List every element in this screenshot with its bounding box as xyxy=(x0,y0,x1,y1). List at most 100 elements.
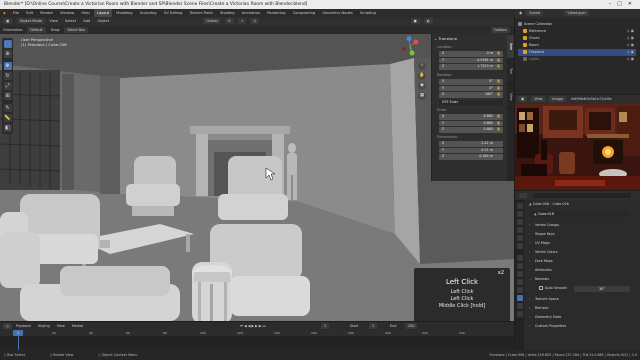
editor-type-icon[interactable] xyxy=(519,193,527,198)
window-controls[interactable]: –□✕ xyxy=(609,0,638,9)
drag-dropdown[interactable]: Select Box xyxy=(64,27,89,33)
scale-z-field[interactable]: Z 0.865 🔓 xyxy=(439,127,503,133)
cursor-icon[interactable]: ⊕ xyxy=(3,50,12,58)
tool-tab-icon[interactable] xyxy=(516,203,523,209)
panel-uv-maps[interactable]: › UV Maps xyxy=(529,240,637,247)
add-cube-icon[interactable]: ◧ xyxy=(3,124,12,132)
outliner-item[interactable]: Lights ◎ ▣ xyxy=(518,56,636,63)
panel-normals[interactable]: ⌄ Normals xyxy=(529,276,637,283)
transform-orientation-selector[interactable]: Global xyxy=(203,18,221,24)
properties-search-input[interactable] xyxy=(533,193,631,198)
object-tab-icon[interactable] xyxy=(516,255,523,261)
editor-type-icon[interactable]: ◷ xyxy=(3,323,12,329)
mode-selector[interactable]: Object Mode xyxy=(16,18,46,24)
auto-smooth-checkbox[interactable] xyxy=(539,286,543,290)
annotate-icon[interactable]: ✎ xyxy=(3,104,12,112)
n-tab-tool[interactable]: Tool xyxy=(507,60,514,84)
select-box-icon[interactable]: ⬚ xyxy=(3,40,12,48)
auto-smooth-angle-field[interactable]: 30° xyxy=(574,286,630,292)
tab-scripting[interactable]: Scripting xyxy=(357,9,379,17)
modifier-tab-icon[interactable] xyxy=(516,263,523,269)
n-tab-view[interactable]: View xyxy=(507,85,514,109)
panel-attributes[interactable]: › Attributes xyxy=(529,267,637,274)
scene-selector[interactable]: Scene xyxy=(526,10,544,16)
image-menu-view[interactable]: View xyxy=(531,96,546,102)
image-menu-image[interactable]: Image xyxy=(549,96,567,102)
camera-icon[interactable]: ◉ xyxy=(418,82,426,90)
eye-icon[interactable]: ◎ ▣ xyxy=(627,28,634,35)
image-name[interactable]: fd499b4f0c5b1e71cb5e xyxy=(571,97,611,101)
tab-rendering[interactable]: Rendering xyxy=(264,9,288,17)
texture-tab-icon[interactable] xyxy=(516,311,523,317)
menu-window[interactable]: Window xyxy=(57,9,77,17)
rotation-y-field[interactable]: Y 0° 🔓 xyxy=(439,85,503,91)
tab-texture-paint[interactable]: Texture Paint xyxy=(187,9,216,17)
tab-geometry-nodes[interactable]: Geometry Nodes xyxy=(319,9,355,17)
dimension-y-field[interactable]: Y 0.21 m xyxy=(439,147,503,153)
eye-icon[interactable]: ◎ ▣ xyxy=(627,56,634,63)
current-frame-field[interactable]: 1 xyxy=(321,323,330,329)
view-layer-selector[interactable]: ViewLayer xyxy=(564,10,589,16)
rotate-icon[interactable]: ↻ xyxy=(3,72,12,80)
tab-sculpting[interactable]: Sculpting xyxy=(137,9,160,17)
scale-icon[interactable]: ⤢ xyxy=(3,82,12,90)
reference-image[interactable] xyxy=(515,104,640,190)
menu-help[interactable]: Help xyxy=(79,9,93,17)
snap-icon[interactable]: ⌖ xyxy=(238,18,247,24)
vp-menu-add[interactable]: Add xyxy=(80,17,93,26)
panel-remesh[interactable]: › Remesh xyxy=(529,305,637,312)
move-icon[interactable]: ✥ xyxy=(3,62,12,70)
panel-custom-properties[interactable]: › Custom Properties xyxy=(529,323,637,330)
start-frame-field[interactable]: 1 xyxy=(369,323,378,329)
tab-compositing[interactable]: Compositing xyxy=(290,9,319,17)
outliner-item[interactable]: Reference ◎ ▣ xyxy=(518,28,636,35)
scene-tab-icon[interactable] xyxy=(516,235,523,241)
tab-uv-editing[interactable]: UV Editing xyxy=(161,9,186,17)
physics-tab-icon[interactable] xyxy=(516,279,523,285)
panel-vertex-colors[interactable]: › Vertex Colors xyxy=(529,249,637,256)
proportional-edit-icon[interactable]: ◎ xyxy=(250,18,260,24)
vp-menu-view[interactable]: View xyxy=(46,17,61,26)
vp-menu-select[interactable]: Select xyxy=(62,17,79,26)
world-tab-icon[interactable] xyxy=(516,243,523,249)
eye-icon[interactable]: ◎ ▣ xyxy=(627,42,634,49)
timeline-ruler[interactable]: 1 20 40 60 80 100 120 140 160 180 200 22… xyxy=(0,330,514,336)
eye-icon[interactable]: ◎ ▣ xyxy=(627,35,634,42)
dimension-x-field[interactable]: X 2.41 m xyxy=(439,141,503,147)
menu-edit[interactable]: Edit xyxy=(23,9,36,17)
mesh-name-field[interactable]: ▲ Cube.016 xyxy=(531,211,629,217)
location-y-field[interactable]: Y -4.9761 m 🔓 xyxy=(439,57,503,63)
tab-modeling[interactable]: Modeling xyxy=(113,9,135,17)
playback-controls[interactable]: ⏮ ◀ ◀ ▶ ▶ ▶ ⏭ xyxy=(240,322,266,330)
material-tab-icon[interactable] xyxy=(516,303,523,309)
panel-face-maps[interactable]: › Face Maps xyxy=(529,258,637,265)
shading-material-icon[interactable]: ◐ xyxy=(423,18,434,24)
mesh-data-tab-icon[interactable] xyxy=(516,295,523,301)
scale-x-field[interactable]: X 0.865 🔓 xyxy=(439,114,503,120)
zoom-icon[interactable]: ⌕ xyxy=(418,62,426,70)
tab-animation[interactable]: Animation xyxy=(239,9,263,17)
measure-icon[interactable]: 📏 xyxy=(3,114,12,122)
eye-icon[interactable]: ◎ ▣ xyxy=(627,49,634,56)
panel-texture-space[interactable]: › Texture Space xyxy=(529,296,637,303)
timeline-menu-view[interactable]: View xyxy=(54,322,68,330)
grid-icon[interactable]: ▦ xyxy=(418,92,426,100)
editor-type-icon[interactable]: ▣ xyxy=(3,18,13,24)
timeline-menu-marker[interactable]: Marker xyxy=(69,322,87,330)
location-x-field[interactable]: X0 m 🔓 xyxy=(439,51,503,57)
panel-vertex-groups[interactable]: › Vertex Groups xyxy=(529,222,637,229)
constraints-tab-icon[interactable] xyxy=(516,287,523,293)
panel-geometry-data[interactable]: › Geometry Data xyxy=(529,314,637,321)
tab-layout[interactable]: Layout xyxy=(93,9,113,17)
pivot-icon[interactable]: ⊙ xyxy=(224,18,234,24)
outliner-item[interactable]: Fireplace ◎ ▣ xyxy=(518,49,636,56)
view-layer-tab-icon[interactable] xyxy=(516,227,523,233)
render-tab-icon[interactable] xyxy=(516,211,523,217)
timeline-menu-playback[interactable]: Playback xyxy=(13,322,34,330)
menu-file[interactable]: File xyxy=(10,9,22,17)
rotation-mode-dropdown[interactable]: XYZ Euler xyxy=(439,99,503,105)
panel-shape-keys[interactable]: › Shape Keys xyxy=(529,231,637,238)
location-z-field[interactable]: Z 1.7223 m 🔓 xyxy=(439,64,503,70)
transform-header[interactable]: ⌄ Transform xyxy=(434,36,457,41)
outliner-item[interactable]: Scene Collection xyxy=(518,21,636,28)
